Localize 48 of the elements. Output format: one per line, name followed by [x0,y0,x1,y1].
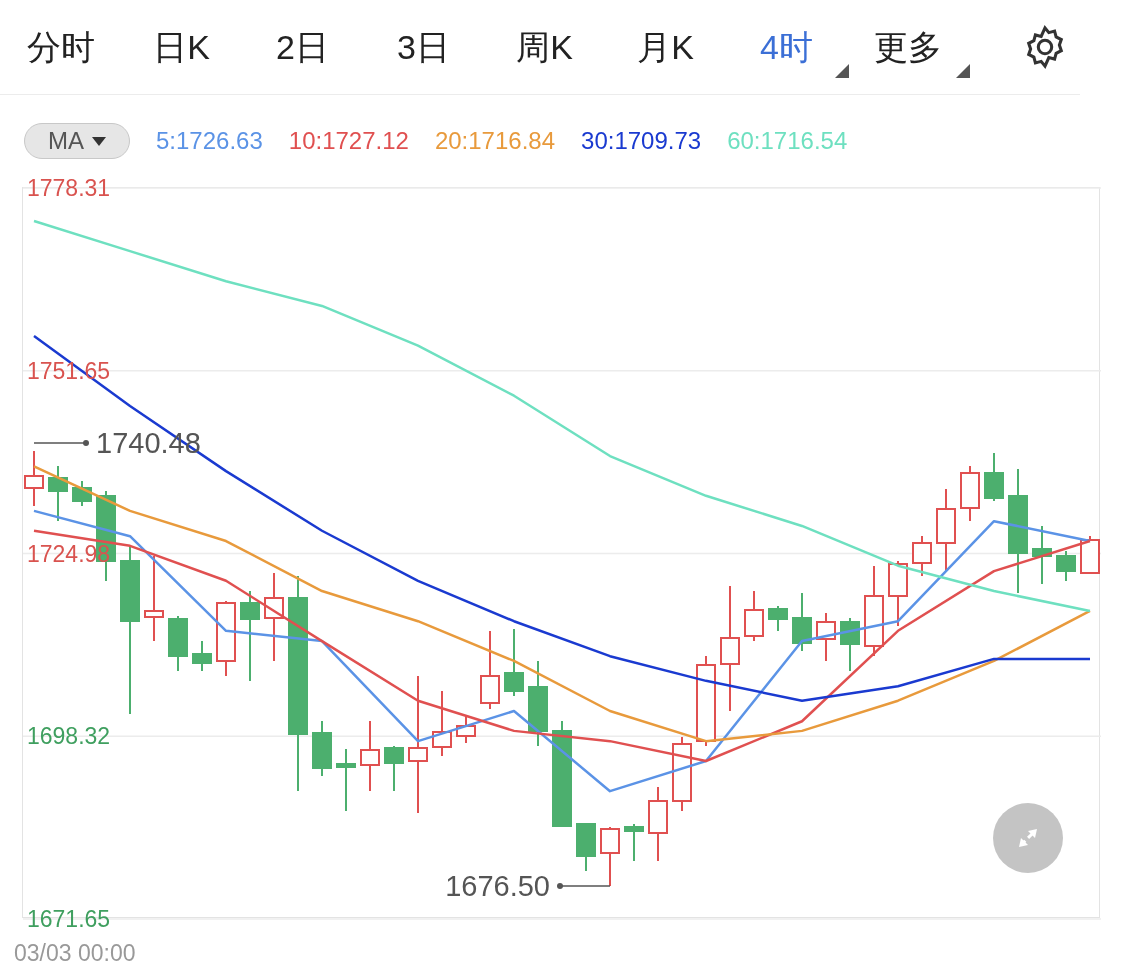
candlestick [312,720,332,777]
candlestick [744,590,764,642]
ma-legend-value: 20:1716.84 [434,126,556,156]
candlestick [192,640,212,672]
y-axis-label: 1671.65 [27,906,111,932]
candlestick [624,823,644,862]
ma-legend-value: 10:1727.12 [288,126,409,156]
candlestick [768,605,788,632]
y-axis-label: 1778.31 [27,175,111,201]
candlestick [792,592,812,652]
ma-legend-value: 30:1709.73 [581,126,702,156]
candlestick [384,745,404,792]
candlestick [168,615,188,672]
candlestick [1080,535,1100,574]
timeframe-tab[interactable]: 4时 [726,12,847,82]
price-annotation: 1676.50 [445,870,611,902]
candlestick [576,822,596,872]
y-axis-label: 1698.32 [27,723,111,750]
candlestick [360,720,380,792]
ma-legend-value: 60:1716.54 [727,126,848,156]
candlestick [840,617,860,672]
candlestick [984,452,1004,502]
indicator-dropdown[interactable]: MA [24,123,130,159]
candlestick [1056,550,1076,582]
candlestick [888,560,908,627]
candlestick [504,628,524,697]
candlestick [48,465,68,522]
candlestick [960,465,980,522]
caret-icon [92,136,106,146]
ma-legend-value: 5:1726.63 [156,126,263,156]
candlestick [1032,525,1052,585]
timeframe-tab[interactable]: 更多 [847,12,968,82]
time-axis-label: 03/03 00:00 [14,939,137,968]
candlestick [336,748,356,812]
timeframe-tab[interactable]: 日K [121,12,242,82]
candlestick [600,826,620,887]
candlestick [72,480,92,507]
timeframe-tab[interactable]: 分时 [0,12,121,82]
timeframe-tab[interactable]: 月K [605,12,726,82]
candlestick [912,535,932,577]
candlestick [24,450,44,507]
timeframe-tab[interactable]: 周K [484,12,605,82]
candlestick [816,612,836,662]
candlestick [432,690,452,757]
timeframe-tab[interactable]: 3日 [363,12,484,82]
annotation: 1676.50 [445,870,550,902]
timeframe-tab[interactable]: 2日 [242,12,363,82]
candlestick [456,715,476,744]
